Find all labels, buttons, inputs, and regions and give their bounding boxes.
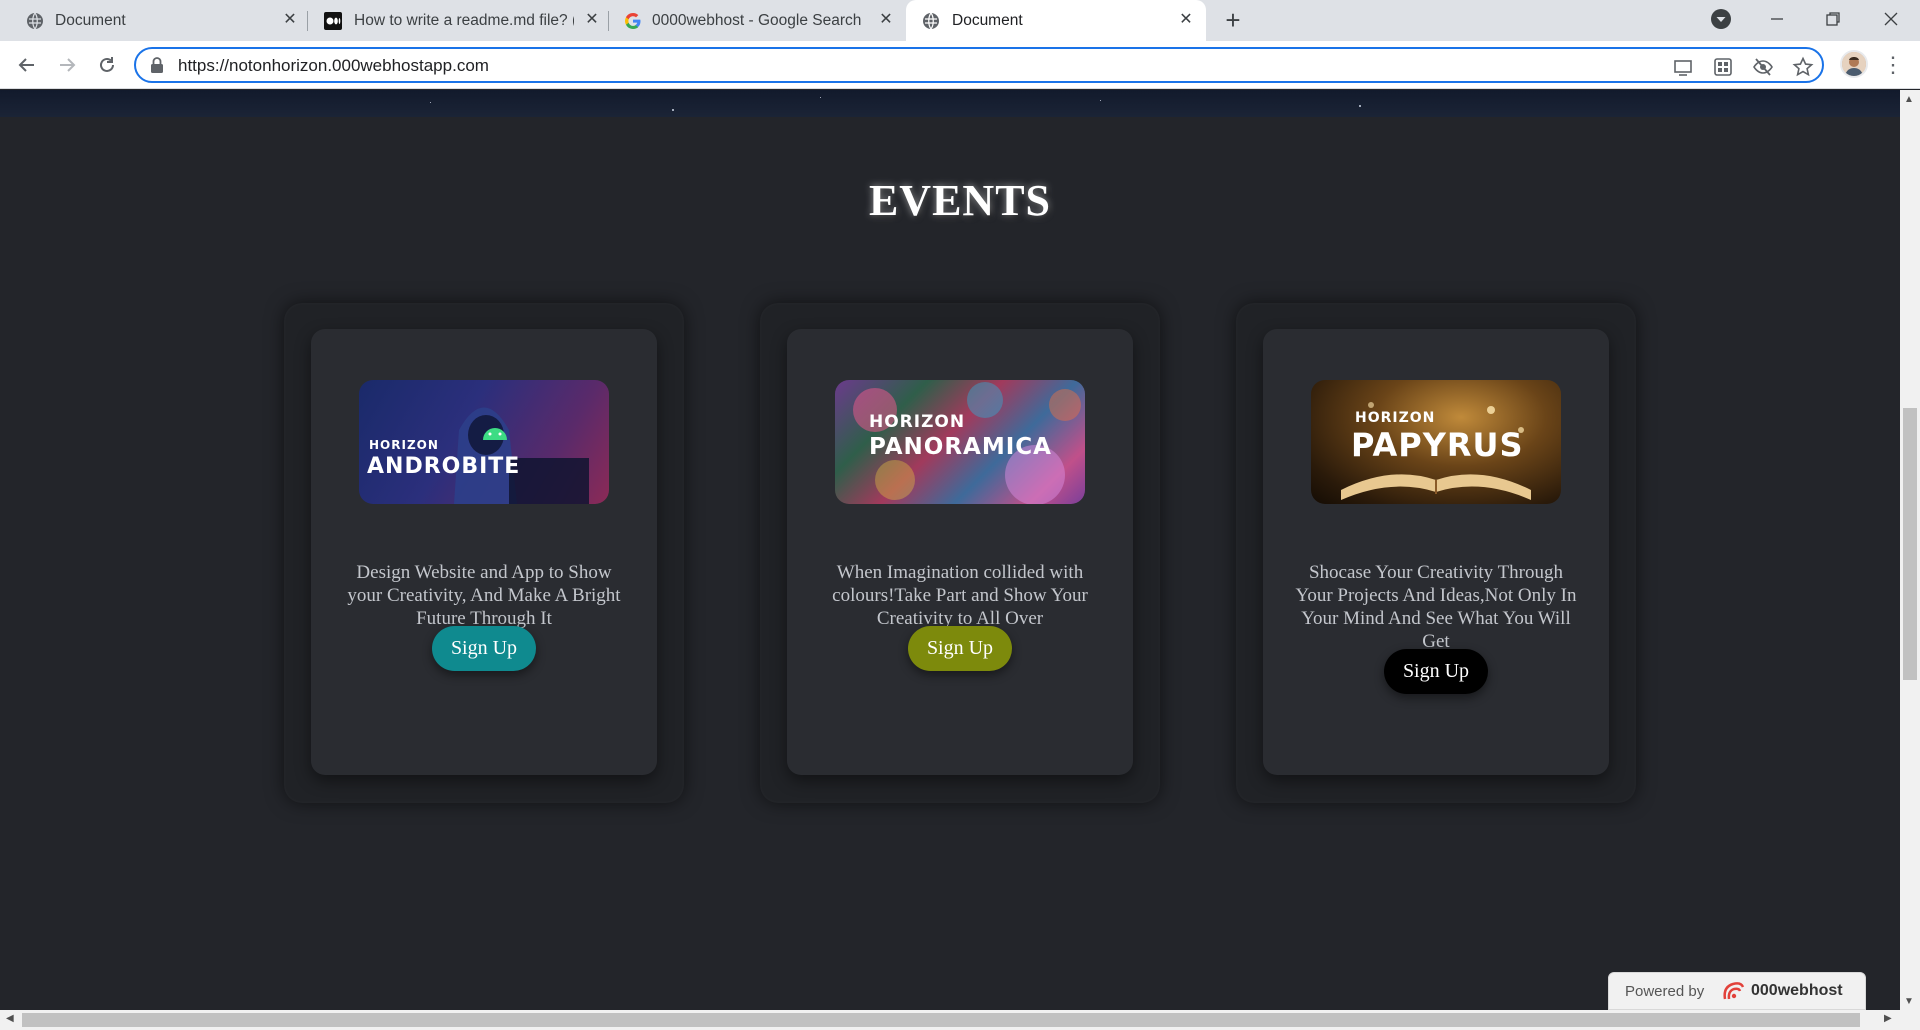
arrow-left-icon [18, 58, 34, 72]
horizontal-scrollbar[interactable]: ◀ ▶ [0, 1010, 1900, 1030]
000webhost-logo-icon [1723, 982, 1745, 1000]
tab-search-button[interactable] [1706, 4, 1736, 34]
page-viewport: EVENTS HORIZON ANDROBITE Design Website … [0, 90, 1900, 1010]
tab-separator [307, 11, 308, 31]
banner-title: PAPYRUS [1351, 426, 1524, 464]
scroll-up-arrow-icon[interactable]: ▲ [1904, 94, 1914, 105]
close-icon[interactable]: ✕ [280, 10, 300, 30]
restore-icon [1826, 12, 1840, 26]
minimize-button[interactable] [1762, 4, 1792, 34]
cast-icon[interactable] [1672, 56, 1694, 78]
tab-google-search[interactable]: 0000webhost - Google Search ✕ [610, 0, 906, 41]
close-icon[interactable]: ✕ [876, 10, 896, 30]
chevron-down-icon [1711, 9, 1731, 29]
tab-title: 0000webhost - Google Search [652, 12, 862, 29]
close-window-button[interactable] [1876, 4, 1906, 34]
vertical-scrollbar[interactable]: ▲ ▼ [1900, 90, 1920, 1030]
medium-icon [324, 12, 342, 30]
address-bar[interactable]: https://notonhorizon.000webhostapp.com [134, 47, 1824, 83]
arrow-right-icon [60, 58, 76, 72]
event-banner-papyrus: HORIZON PAPYRUS [1311, 380, 1561, 504]
powered-by-label: Powered by [1625, 983, 1705, 1000]
event-card-inner: HORIZON ANDROBITE Design Website and App… [311, 329, 657, 775]
event-description: When Imagination collided with colours!T… [832, 562, 1088, 629]
eye-slash-icon[interactable] [1752, 56, 1774, 78]
scroll-right-arrow-icon[interactable]: ▶ [1884, 1013, 1892, 1024]
qr-code-icon[interactable] [1712, 56, 1734, 78]
reload-button[interactable] [92, 50, 122, 80]
banner-title: ANDROBITE [367, 454, 521, 479]
lock-icon[interactable] [150, 57, 164, 73]
tab-readme[interactable]: How to write a readme.md file? ( ✕ [310, 0, 610, 41]
sign-up-button[interactable]: Sign Up [432, 626, 536, 671]
restore-button[interactable] [1818, 4, 1848, 34]
star-dot [820, 97, 821, 98]
close-icon[interactable]: ✕ [582, 10, 602, 30]
close-icon [1884, 12, 1898, 26]
reload-icon [100, 57, 114, 72]
tab-document-1[interactable]: Document ✕ [0, 0, 300, 41]
android-icon [483, 428, 507, 440]
banner-brand: HORIZON [1355, 410, 1436, 426]
star-dot [1100, 100, 1101, 101]
globe-icon [923, 12, 939, 30]
event-card-inner: HORIZON PAPYRUS Shocase Your Creativity … [1263, 329, 1609, 775]
section-title: EVENTS [868, 176, 1052, 225]
powered-by-badge[interactable]: Powered by 000webhost [1608, 972, 1866, 1010]
minimize-icon [1771, 18, 1783, 20]
event-card-inner: HORIZON PANORAMICA When Imagination coll… [787, 329, 1133, 775]
tab-title: Document [952, 12, 1023, 29]
sign-up-button[interactable]: Sign Up [908, 626, 1012, 671]
new-tab-button[interactable]: + [1220, 7, 1246, 34]
event-description: Design Website and App to Show your Crea… [347, 562, 621, 629]
scrollbar-thumb[interactable] [1903, 408, 1917, 680]
star-dot [430, 102, 431, 103]
browser-menu-button[interactable]: ⋮ [1882, 50, 1904, 80]
event-banner-androbite: HORIZON ANDROBITE [359, 380, 609, 504]
google-icon [625, 13, 641, 29]
tab-title: How to write a readme.md file? ( [354, 12, 574, 29]
banner-brand: HORIZON [369, 438, 439, 452]
globe-icon [27, 12, 43, 30]
sign-up-button[interactable]: Sign Up [1384, 649, 1488, 694]
powered-by-brand: 000webhost [1751, 982, 1843, 999]
close-icon[interactable]: ✕ [1176, 10, 1196, 30]
event-card-panoramica: HORIZON PANORAMICA When Imagination coll… [760, 303, 1160, 803]
tab-title: Document [55, 12, 126, 29]
scroll-left-arrow-icon[interactable]: ◀ [6, 1013, 14, 1024]
banner-title: PANORAMICA [869, 434, 1052, 460]
forward-button[interactable] [52, 50, 82, 80]
star-dot [672, 109, 674, 111]
avatar[interactable] [1840, 50, 1868, 78]
tab-strip: Document ✕ How to write a readme.md file… [0, 0, 1920, 41]
url-text[interactable]: https://notonhorizon.000webhostapp.com [178, 56, 489, 76]
profile-icon [1842, 52, 1866, 76]
star-dot [1359, 105, 1361, 107]
scrollbar-thumb[interactable] [22, 1013, 1860, 1027]
tab-separator [608, 11, 609, 31]
scroll-down-arrow-icon[interactable]: ▼ [1904, 996, 1914, 1007]
event-banner-panoramica: HORIZON PANORAMICA [835, 380, 1085, 504]
event-card-papyrus: HORIZON PAPYRUS Shocase Your Creativity … [1236, 303, 1636, 803]
browser-toolbar: https://notonhorizon.000webhostapp.com ⋮ [0, 41, 1920, 89]
back-button[interactable] [12, 50, 42, 80]
event-card-androbite: HORIZON ANDROBITE Design Website and App… [284, 303, 684, 803]
event-description: Shocase Your Creativity Through Your Pro… [1295, 562, 1577, 652]
hero-image-bottom [0, 90, 1900, 117]
star-icon[interactable] [1792, 56, 1814, 78]
tab-document-active[interactable]: Document ✕ [906, 0, 1206, 41]
banner-brand: HORIZON [869, 412, 966, 432]
